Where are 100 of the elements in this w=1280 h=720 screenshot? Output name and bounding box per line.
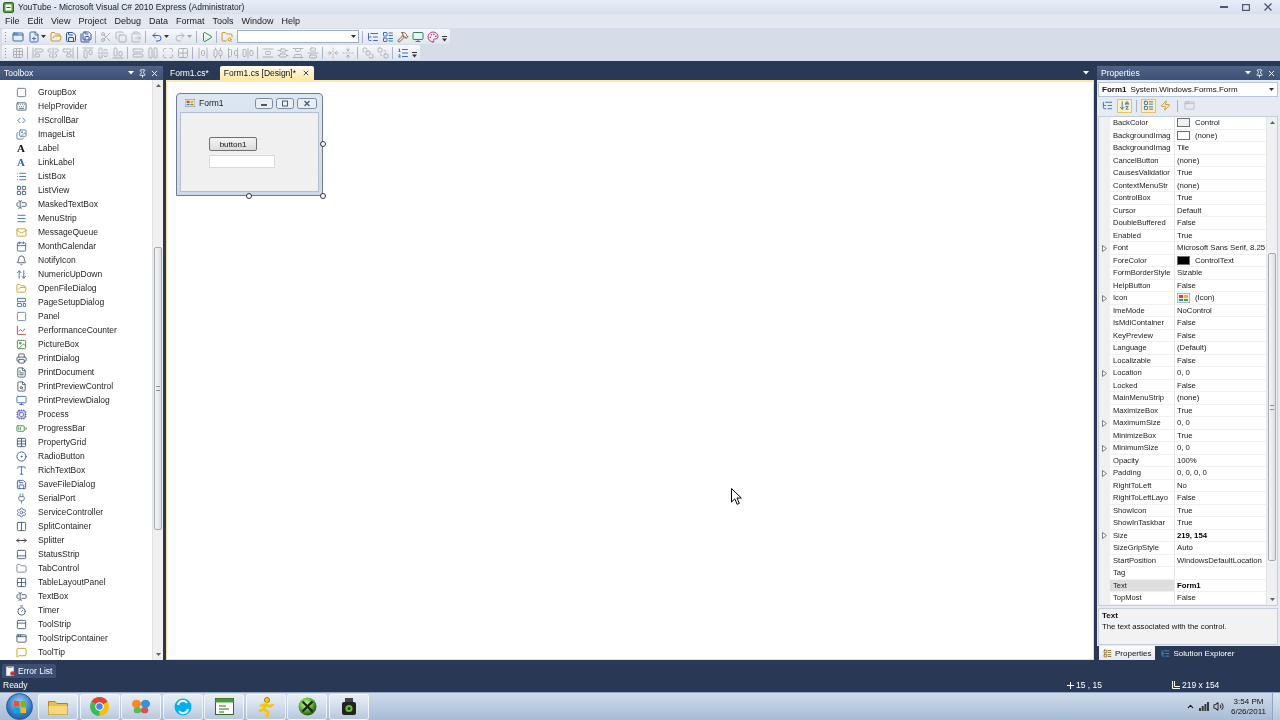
toolbox-item[interactable]: Splitter bbox=[0, 533, 152, 547]
numbered-list-button[interactable] bbox=[395, 45, 410, 60]
toolbox-item[interactable]: PrintDialog bbox=[0, 351, 152, 365]
close-button[interactable] bbox=[150, 68, 159, 78]
form-button[interactable]: button1 bbox=[209, 137, 257, 151]
menu-item[interactable]: Data bbox=[144, 14, 172, 28]
toolbox-item[interactable]: Process bbox=[0, 407, 152, 421]
sort-az-button[interactable] bbox=[1117, 98, 1132, 113]
toolbox-item[interactable]: RichTextBox bbox=[0, 463, 152, 477]
resize-handle[interactable] bbox=[320, 141, 326, 147]
toolbox-item[interactable]: PrintPreviewControl bbox=[0, 379, 152, 393]
taskbar-button[interactable] bbox=[204, 693, 244, 720]
list-button[interactable] bbox=[1141, 98, 1156, 113]
toolbox-item[interactable]: TabControl bbox=[0, 561, 152, 575]
toolbox-item[interactable]: SerialPort bbox=[0, 491, 152, 505]
pin-button[interactable] bbox=[1255, 68, 1264, 78]
menu-item[interactable]: Help bbox=[277, 14, 304, 28]
error-list-tab[interactable]: Error List bbox=[2, 664, 57, 678]
network-button[interactable] bbox=[1199, 702, 1209, 711]
toolbox-item[interactable]: StatusStrip bbox=[0, 547, 152, 561]
taskbar-button[interactable] bbox=[328, 693, 369, 720]
toolbox-item[interactable]: PropertyGrid bbox=[0, 435, 152, 449]
text-input-field[interactable] bbox=[209, 155, 275, 168]
volume-button[interactable] bbox=[1213, 701, 1224, 712]
toolbox-item[interactable]: SaveFileDialog bbox=[0, 477, 152, 491]
toolbox-item[interactable]: Panel bbox=[0, 309, 152, 323]
show-desktop-button[interactable] bbox=[1272, 693, 1280, 720]
toolbox-item[interactable]: PageSetupDialog bbox=[0, 295, 152, 309]
panel-tab[interactable]: Solution Explorer bbox=[1157, 646, 1239, 660]
scrollbar[interactable] bbox=[1266, 117, 1277, 605]
toolbox-item[interactable]: ToolStripContainer bbox=[0, 631, 152, 645]
menu-item[interactable]: File bbox=[1, 14, 24, 28]
menu-item[interactable]: Tools bbox=[208, 14, 238, 28]
panel-tab[interactable]: Properties bbox=[1099, 646, 1156, 660]
object-selector[interactable]: Form1 System.Windows.Forms.Form bbox=[1098, 82, 1278, 97]
folder-search-button[interactable] bbox=[219, 29, 234, 44]
grip-handle[interactable] bbox=[4, 31, 7, 42]
toolbox-item[interactable]: RadioButton bbox=[0, 449, 152, 463]
toolbox-item[interactable]: MonthCalendar bbox=[0, 239, 152, 253]
designer-form[interactable]: Form1 button1 bbox=[176, 93, 323, 196]
toolbox-item[interactable]: PerformanceCounter bbox=[0, 323, 152, 337]
toolbox-item[interactable]: HScrollBar bbox=[0, 113, 152, 127]
radio-icon bbox=[15, 450, 27, 462]
save-all-button[interactable] bbox=[78, 29, 93, 44]
toolbox-item[interactable]: ToolStrip bbox=[0, 617, 152, 631]
toolbox-item[interactable]: Timer bbox=[0, 603, 152, 617]
save-button[interactable] bbox=[63, 29, 78, 44]
scrollbar-thumb[interactable] bbox=[1268, 253, 1276, 561]
scrollbar-thumb[interactable] bbox=[154, 247, 162, 530]
toolbox-item[interactable]: ImageList bbox=[0, 127, 152, 141]
start-button[interactable] bbox=[6, 693, 33, 720]
toolbox-item[interactable]: SplitContainer bbox=[0, 519, 152, 533]
tab-list-button[interactable] bbox=[1081, 69, 1090, 77]
align-center-icon bbox=[46, 46, 59, 59]
combo-field[interactable] bbox=[237, 30, 359, 43]
menu-item[interactable]: View bbox=[47, 14, 75, 28]
toolbox-item[interactable]: GroupBox bbox=[0, 85, 152, 99]
toolbox-item[interactable]: TableLayoutPanel bbox=[0, 575, 152, 589]
toolbox-item[interactable]: NumericUpDown bbox=[0, 267, 152, 281]
lightning-button[interactable] bbox=[1158, 98, 1173, 113]
document-tab[interactable]: Form1.cs [Design]* bbox=[219, 66, 314, 80]
menu-item[interactable]: Format bbox=[171, 14, 209, 28]
toolbox-item[interactable]: MaskedTextBox bbox=[0, 197, 152, 211]
toolbox-item[interactable]: A LinkLabel bbox=[0, 155, 152, 169]
menu-item[interactable]: Project bbox=[74, 14, 111, 28]
resize-handle[interactable] bbox=[246, 193, 252, 199]
toolbox-item[interactable]: ToolTip bbox=[0, 645, 152, 659]
toolbox-item[interactable]: PrintPreviewDialog bbox=[0, 393, 152, 407]
toolbox-item[interactable]: ProgressBar bbox=[0, 421, 152, 435]
maximize-button[interactable] bbox=[1242, 3, 1250, 11]
close-icon[interactable] bbox=[302, 69, 310, 77]
toolbox-item[interactable]: ServiceController bbox=[0, 505, 152, 519]
menu-item[interactable]: Debug bbox=[110, 14, 145, 28]
toolbox-item[interactable]: PictureBox bbox=[0, 337, 152, 351]
toolbox-item[interactable]: MessageQueue bbox=[0, 225, 152, 239]
grip-handle[interactable] bbox=[4, 47, 7, 58]
monitor-button[interactable] bbox=[410, 29, 425, 44]
layout-list-button[interactable] bbox=[380, 29, 395, 44]
toolbox-item[interactable]: OpenFileDialog bbox=[0, 281, 152, 295]
toolbox-item[interactable]: NotifyIcon bbox=[0, 253, 152, 267]
close-button[interactable] bbox=[1267, 68, 1276, 78]
toolbox-item[interactable]: TextBox bbox=[0, 589, 152, 603]
show-hidden-icons-button[interactable] bbox=[1186, 702, 1195, 711]
close-button[interactable] bbox=[1264, 3, 1272, 11]
document-tab[interactable]: Form1.cs* bbox=[166, 66, 213, 80]
toolbox-item[interactable]: ListView bbox=[0, 183, 152, 197]
resize-handle[interactable] bbox=[320, 193, 326, 199]
scrollbar[interactable] bbox=[152, 80, 163, 660]
menu-item[interactable]: Window bbox=[237, 14, 278, 28]
taskbar-button[interactable] bbox=[287, 693, 327, 720]
menu-item[interactable]: Edit bbox=[23, 14, 48, 28]
window-button[interactable] bbox=[10, 29, 25, 44]
toolbox-item[interactable]: PrintDocument bbox=[0, 365, 152, 379]
hammer-button[interactable] bbox=[395, 29, 410, 44]
pin-button[interactable] bbox=[138, 68, 147, 78]
toolbox-item[interactable]: HelpProvider bbox=[0, 99, 152, 113]
toolbox-item[interactable]: A Label bbox=[0, 141, 152, 155]
toolbox-item[interactable]: MenuStrip bbox=[0, 211, 152, 225]
palette-button[interactable] bbox=[425, 29, 440, 44]
toolbox-item[interactable]: ListBox bbox=[0, 169, 152, 183]
